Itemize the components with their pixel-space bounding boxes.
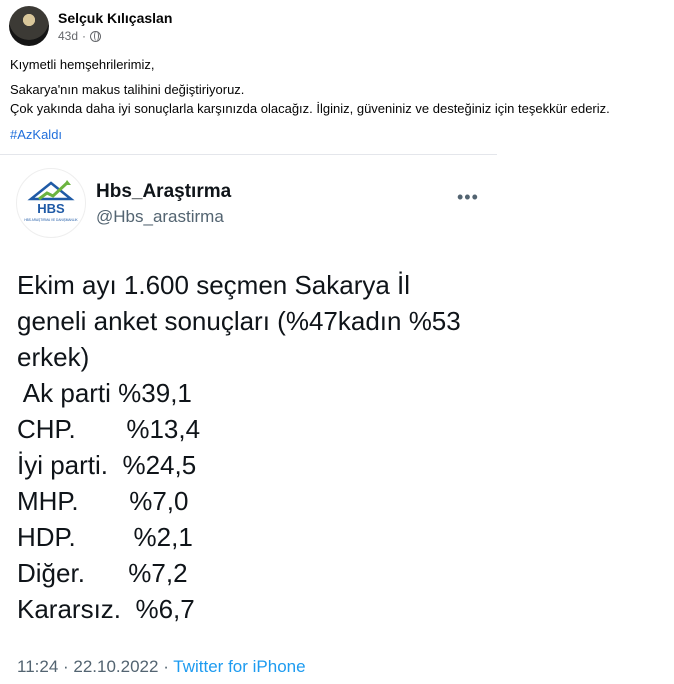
post-author[interactable]: Selçuk Kılıçaslan xyxy=(58,10,172,26)
post-time[interactable]: 43d xyxy=(58,29,78,43)
tweet-logo: HBS HBS ARAŞTIRMA VE DANIŞMANLIK xyxy=(16,168,86,238)
tweet-body: Ekim ayı 1.600 seçmen Sakarya İl geneli … xyxy=(17,267,487,627)
post-line-3: Çok yakında daha iyi sonuçlarla karşınız… xyxy=(10,101,610,116)
tweet-line: erkek) xyxy=(17,342,90,372)
tweet-line: İyi parti. %24,5 xyxy=(17,450,197,480)
logo-subtext: HBS ARAŞTIRMA VE DANIŞMANLIK xyxy=(24,218,78,222)
tweet-line: MHP. %7,0 xyxy=(17,486,189,516)
tweet-footer: 11:24 · 22.10.2022 · Twitter for iPhone xyxy=(17,657,306,677)
meta-separator: · xyxy=(82,29,87,43)
tweet-line: geneli anket sonuçları (%47kadın %53 xyxy=(17,306,461,336)
post-hashtag[interactable]: #AzKaldı xyxy=(10,127,62,142)
tweet-line: HDP. %2,1 xyxy=(17,522,193,552)
post-line-1: Kıymetli hemşehrilerimiz, xyxy=(10,57,155,72)
tweet-line: Diğer. %7,2 xyxy=(17,558,188,588)
house-chart-icon: HBS HBS ARAŞTIRMA VE DANIŞMANLIK xyxy=(24,180,79,222)
globe-icon xyxy=(90,30,102,42)
more-options-icon[interactable]: ••• xyxy=(457,187,479,208)
tweet-source-link[interactable]: Twitter for iPhone xyxy=(173,657,305,676)
tweet-timestamp[interactable]: 11:24 · 22.10.2022 · xyxy=(17,657,173,676)
tweet-handle[interactable]: @Hbs_arastirma xyxy=(96,207,224,227)
tweet-line: Ak parti %39,1 xyxy=(17,378,192,408)
tweet-line: Ekim ayı 1.600 seçmen Sakarya İl xyxy=(17,270,411,300)
tweet-line: Kararsız. %6,7 xyxy=(17,594,195,624)
tweet-line: CHP. %13,4 xyxy=(17,414,201,444)
post-meta: 43d · xyxy=(58,29,102,43)
post-line-2: Sakarya'nın makus talihini değiştiriyoru… xyxy=(10,82,245,97)
logo-text: HBS xyxy=(37,201,65,216)
tweet-screenshot[interactable]: HBS HBS ARAŞTIRMA VE DANIŞMANLIK Hbs_Ara… xyxy=(0,155,497,684)
avatar[interactable] xyxy=(9,6,49,46)
tweet-author-name[interactable]: Hbs_Araştırma xyxy=(96,181,231,203)
